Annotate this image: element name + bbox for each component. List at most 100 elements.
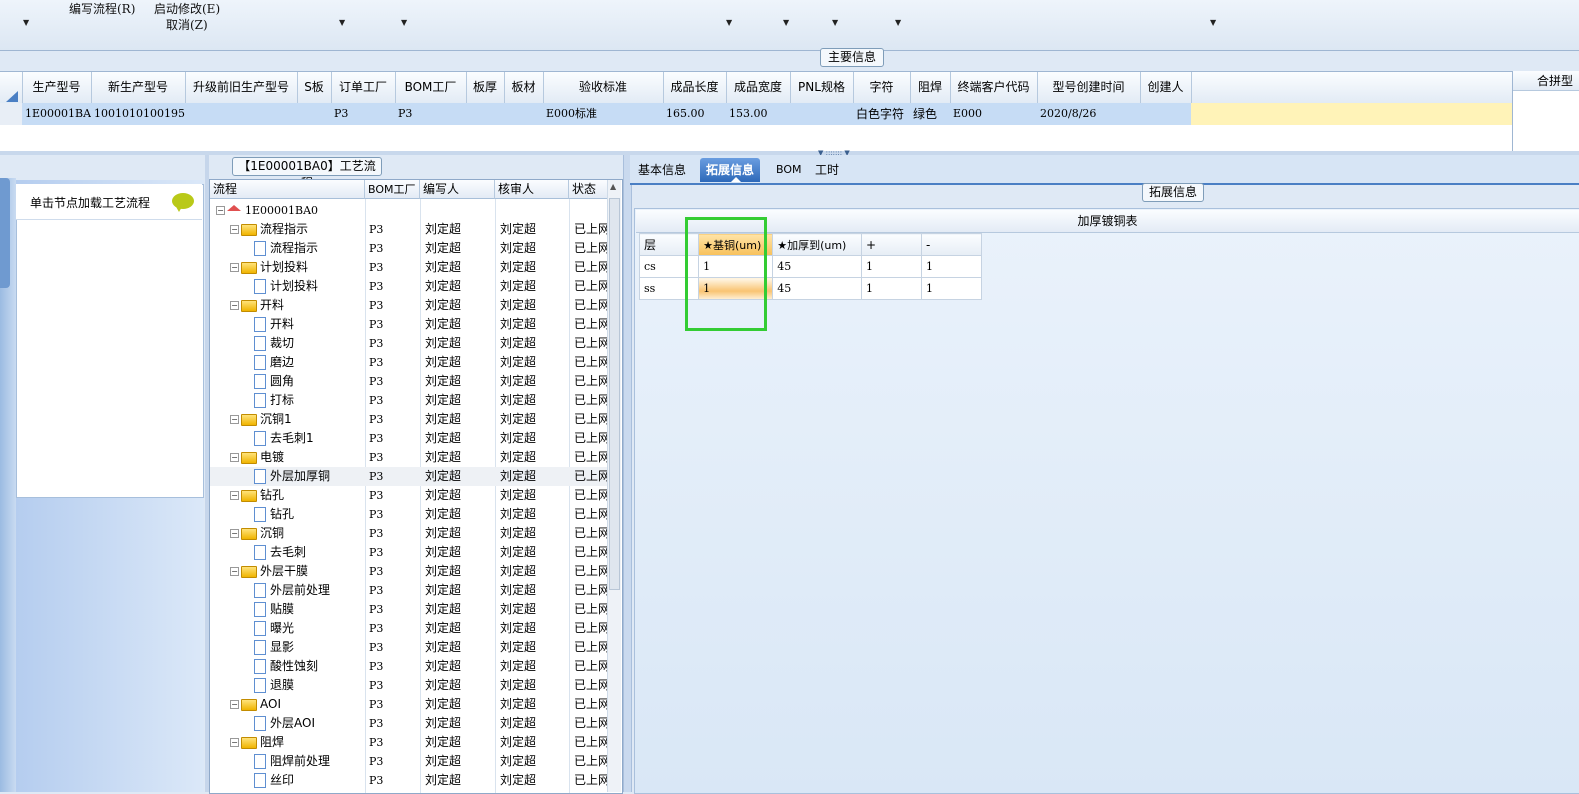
dropdown-arrow-icon[interactable]: ▼ — [1210, 18, 1216, 27]
col-header[interactable]: S板 — [297, 72, 332, 103]
col-header[interactable]: 创建人 — [1140, 72, 1192, 103]
tree-row[interactable]: 圆角 P3 刘定超 刘定超 已上网 — [210, 372, 610, 391]
vertical-splitter[interactable] — [623, 155, 632, 792]
tree-node[interactable]: − 流程指示 — [230, 220, 308, 239]
cell-length[interactable]: 165.00 — [663, 103, 726, 125]
tree-node[interactable]: 显影 — [254, 638, 294, 657]
col-header[interactable]: 订单工厂 — [331, 72, 396, 103]
tree-col-header[interactable]: 核审人 — [495, 180, 569, 199]
cell-customer-code[interactable]: E000 — [950, 103, 1037, 125]
tree-node[interactable]: 流程指示 — [254, 239, 318, 258]
cell-bom-factory[interactable]: P3 — [395, 103, 466, 125]
plating-cell[interactable]: 1 — [860, 277, 923, 300]
tree-node[interactable]: 退膜 — [254, 676, 294, 695]
tab-bom[interactable]: BOM — [770, 158, 808, 182]
dropdown-arrow-icon[interactable]: ▼ — [783, 18, 789, 27]
write-process-button[interactable]: 编写流程(R) — [69, 0, 135, 17]
tree-node[interactable]: − 阻焊 — [230, 733, 284, 752]
collapse-icon[interactable]: − — [230, 301, 239, 310]
tree-node[interactable]: 外层AOI — [254, 714, 315, 733]
cell-new-model[interactable]: 10010101001950 — [91, 103, 185, 125]
collapse-icon[interactable]: − — [230, 263, 239, 272]
tree-row[interactable]: 酸性蚀刻 P3 刘定超 刘定超 已上网 — [210, 657, 610, 676]
tree-row[interactable]: 磨边 P3 刘定超 刘定超 已上网 — [210, 353, 610, 372]
tree-node[interactable]: − AOI — [230, 695, 281, 714]
cell-material[interactable] — [504, 103, 543, 125]
collapse-icon[interactable]: − — [230, 453, 239, 462]
tab-extended-info[interactable]: 拓展信息 — [700, 158, 761, 182]
tree-row[interactable]: − 电镀 P3 刘定超 刘定超 已上网 — [210, 448, 610, 467]
tree-col-header[interactable]: BOM工厂 — [365, 180, 420, 199]
tree-node[interactable]: − 计划投料 — [230, 258, 308, 277]
dropdown-arrow-icon[interactable]: ▼ — [895, 18, 901, 27]
tree-row[interactable]: 外层加厚铜 P3 刘定超 刘定超 已上网 — [210, 467, 610, 486]
cell-order-factory[interactable]: P3 — [331, 103, 395, 125]
tree-node[interactable]: 曝光 — [254, 619, 294, 638]
tree-row[interactable]: 贴膜 P3 刘定超 刘定超 已上网 — [210, 600, 610, 619]
collapse-icon[interactable]: − — [230, 491, 239, 500]
cell-extra[interactable] — [1191, 103, 1512, 125]
tree-root-node[interactable]: −1E00001BA0 — [216, 201, 318, 220]
tab-work-hours[interactable]: 工时 — [809, 158, 845, 182]
plating-cell[interactable]: 1 — [921, 277, 982, 300]
tree-node[interactable]: 开料 — [254, 315, 294, 334]
load-process-header[interactable]: 单击节点加载工艺流程 — [16, 184, 202, 220]
tree-node[interactable]: − 外层干膜 — [230, 562, 308, 581]
col-header[interactable]: 型号创建时间 — [1037, 72, 1141, 103]
collapse-icon[interactable]: − — [230, 700, 239, 709]
tree-row[interactable]: 外层AOI P3 刘定超 刘定超 已上网 — [210, 714, 610, 733]
tree-row[interactable]: 打标 P3 刘定超 刘定超 已上网 — [210, 391, 610, 410]
tree-node[interactable]: 丝印 — [254, 771, 294, 790]
plating-cell[interactable]: 1 — [921, 255, 982, 278]
tree-row[interactable]: 钻孔 P3 刘定超 刘定超 已上网 — [210, 505, 610, 524]
start-modify-button[interactable]: 启动修改(E) — [154, 0, 220, 17]
tree-row[interactable]: 去毛刺1 P3 刘定超 刘定超 已上网 — [210, 429, 610, 448]
tree-node[interactable]: 去毛刺 — [254, 543, 306, 562]
col-header[interactable]: 成品长度 — [663, 72, 727, 103]
plating-cell[interactable]: 45 — [772, 255, 862, 278]
tree-node[interactable]: 外层前处理 — [254, 581, 330, 600]
cell-created[interactable]: 2020/8/26 — [1037, 103, 1140, 125]
tree-row[interactable]: − 阻焊 P3 刘定超 刘定超 已上网 — [210, 733, 610, 752]
col-header[interactable]: 生产型号 — [22, 72, 92, 103]
row-selector[interactable] — [0, 103, 22, 125]
tree-root-row[interactable]: −1E00001BA0 — [210, 201, 610, 220]
tree-row[interactable]: − 沉铜1 P3 刘定超 刘定超 已上网 — [210, 410, 610, 429]
col-header[interactable]: 升级前旧生产型号 — [185, 72, 298, 103]
col-header[interactable]: 阻焊 — [910, 72, 951, 103]
tree-node[interactable]: 打标 — [254, 391, 294, 410]
tree-row[interactable]: − 流程指示 P3 刘定超 刘定超 已上网 — [210, 220, 610, 239]
plating-cell[interactable]: 1 — [860, 255, 923, 278]
tree-row[interactable]: 计划投料 P3 刘定超 刘定超 已上网 — [210, 277, 610, 296]
cell-thickness[interactable] — [466, 103, 504, 125]
tree-row[interactable]: − 开料 P3 刘定超 刘定超 已上网 — [210, 296, 610, 315]
col-header[interactable]: 验收标准 — [543, 72, 664, 103]
cell-prod-model[interactable]: 1E00001BA0 — [22, 103, 91, 125]
cell-creator[interactable] — [1140, 103, 1191, 125]
tree-col-header[interactable]: 流程 — [210, 180, 365, 199]
tab-basic-info[interactable]: 基本信息 — [632, 158, 692, 182]
tree-row[interactable]: 去毛刺 P3 刘定超 刘定超 已上网 — [210, 543, 610, 562]
col-header[interactable]: 字符 — [853, 72, 911, 103]
cell-s-board[interactable] — [297, 103, 331, 125]
tree-node[interactable]: − 开料 — [230, 296, 284, 315]
tree-node[interactable]: 裁切 — [254, 334, 294, 353]
collapse-icon[interactable]: − — [230, 567, 239, 576]
tree-node[interactable]: − 沉铜 — [230, 524, 284, 543]
dropdown-arrow-icon[interactable]: ▼ — [339, 18, 345, 27]
tree-row[interactable]: 开料 P3 刘定超 刘定超 已上网 — [210, 315, 610, 334]
dropdown-arrow-icon[interactable]: ▼ — [401, 18, 407, 27]
collapse-icon[interactable]: − — [230, 225, 239, 234]
cell-pnl[interactable] — [790, 103, 853, 125]
tree-row[interactable]: 显影 P3 刘定超 刘定超 已上网 — [210, 638, 610, 657]
tree-scroll-thumb[interactable] — [609, 198, 620, 590]
tree-node[interactable]: 阻焊前处理 — [254, 752, 330, 771]
cell-standard[interactable]: E000标准 — [543, 103, 663, 125]
col-header[interactable]: 成品宽度 — [726, 72, 791, 103]
dropdown-arrow-icon[interactable]: ▼ — [726, 18, 732, 27]
tree-node[interactable]: 外层加厚铜 — [254, 467, 330, 486]
tree-row[interactable]: 外层前处理 P3 刘定超 刘定超 已上网 — [210, 581, 610, 600]
col-header[interactable]: 新生产型号 — [91, 72, 186, 103]
tree-row[interactable]: 流程指示 P3 刘定超 刘定超 已上网 — [210, 239, 610, 258]
tree-col-header[interactable]: 状态 — [569, 180, 610, 199]
